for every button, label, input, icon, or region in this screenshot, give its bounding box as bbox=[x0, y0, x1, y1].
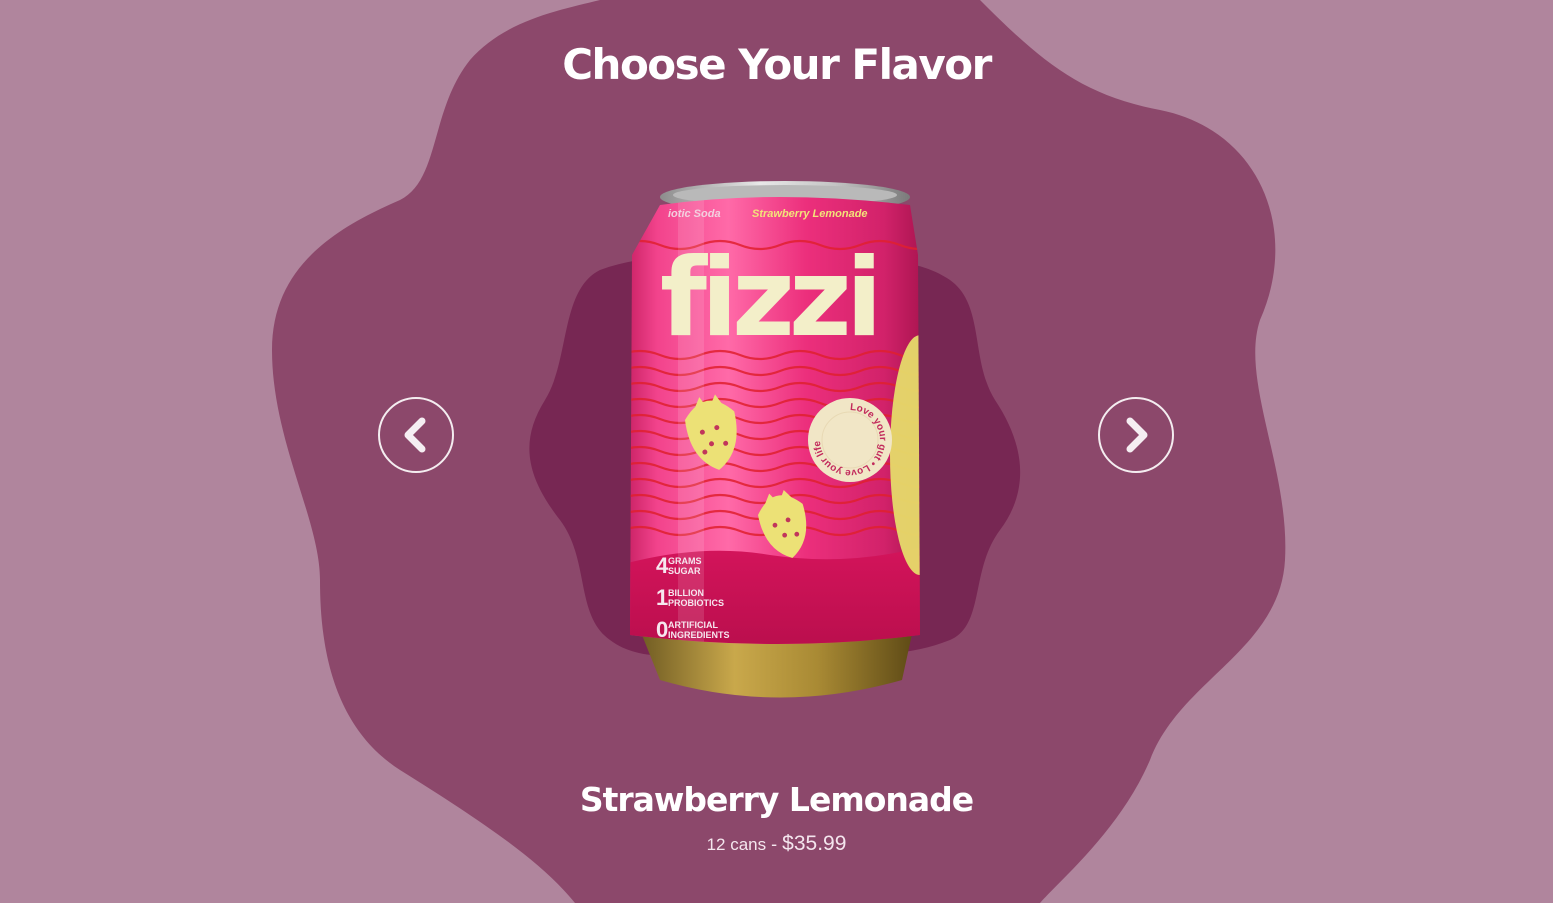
svg-text:GRAMS: GRAMS bbox=[668, 556, 702, 566]
product-price: $35.99 bbox=[782, 832, 847, 855]
price-separator: - bbox=[771, 834, 778, 854]
product-quantity: 12 cans bbox=[706, 835, 767, 854]
svg-text:ARTIFICIAL: ARTIFICIAL bbox=[668, 620, 718, 630]
chevron-left-icon bbox=[404, 417, 426, 453]
svg-text:0: 0 bbox=[656, 617, 668, 642]
previous-flavor-button[interactable] bbox=[378, 397, 454, 473]
product-name: Strawberry Lemonade bbox=[579, 780, 974, 819]
svg-text:PROBIOTICS: PROBIOTICS bbox=[668, 598, 724, 608]
svg-text:INGREDIENTS: INGREDIENTS bbox=[668, 630, 730, 640]
soda-can-image: iotic Soda Strawberry Lemonade fizzi Lov… bbox=[620, 175, 930, 715]
product-price-line: 12 cans - $35.99 bbox=[0, 832, 1553, 856]
love-your-gut-badge: Love your gut • Love your life bbox=[808, 398, 892, 482]
svg-text:SUGAR: SUGAR bbox=[668, 566, 701, 576]
can-top-text-right: Strawberry Lemonade bbox=[752, 208, 868, 220]
can-brand-logo: fizzi bbox=[660, 236, 877, 361]
can-top-text-left: iotic Soda bbox=[668, 208, 721, 220]
section-title: Choose Your Flavor bbox=[562, 40, 992, 89]
svg-text:1: 1 bbox=[656, 585, 668, 610]
next-flavor-button[interactable] bbox=[1098, 397, 1174, 473]
chevron-right-icon bbox=[1126, 417, 1148, 453]
flavor-section: Choose Your Flavor iotic Soda Strawberry… bbox=[0, 0, 1553, 903]
svg-text:BILLION: BILLION bbox=[668, 588, 704, 598]
